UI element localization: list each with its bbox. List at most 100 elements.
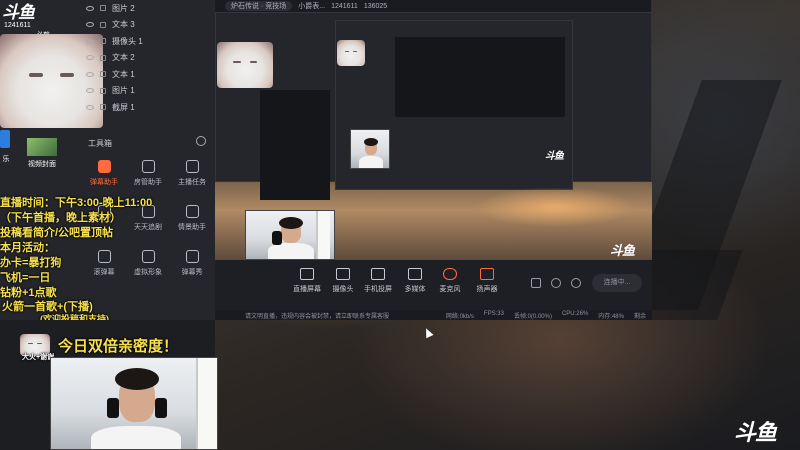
- overlay-line: 本月活动：: [0, 242, 55, 254]
- tool-user[interactable]: 房管助手: [124, 160, 172, 187]
- room-id: 1241611: [4, 22, 31, 29]
- streaming-app-window: 炉石传说 · 竞技场 小爵表... 1241611 136025 斗鱼 斗鱼 连…: [215, 0, 652, 320]
- tool-label: 虚拟形象: [134, 269, 162, 276]
- overlay-line: （下午首播，晚上素材）: [0, 212, 121, 224]
- layer-row[interactable]: 文本 2: [80, 50, 215, 67]
- gear-icon[interactable]: [196, 136, 206, 146]
- settings-icon[interactable]: [571, 278, 581, 288]
- mic-button[interactable]: 麦克风: [430, 268, 470, 294]
- tool-label: 主播任务: [178, 179, 206, 186]
- status-stat: 内存:48%: [598, 313, 624, 320]
- overlay-schedule: 直播时间：下午3:00-晚上11:00: [0, 197, 153, 209]
- layer-row[interactable]: 文本 3: [80, 17, 215, 34]
- layer-row[interactable]: 图片 1: [80, 83, 215, 100]
- tool-label: 弹幕助手: [90, 179, 118, 186]
- overlay-line: 办卡=暴打狗: [0, 257, 62, 269]
- status-stat: CPU:26%: [561, 310, 589, 317]
- app-topbar: 炉石传说 · 竞技场 小爵表... 1241611 136025: [215, 0, 651, 12]
- lock-icon[interactable]: [100, 5, 106, 12]
- lock-icon[interactable]: [100, 38, 106, 45]
- category-tab[interactable]: 炉石传说 · 竞技场: [225, 1, 293, 11]
- flag-icon: [185, 250, 199, 263]
- camera-button[interactable]: 摄像头: [323, 268, 363, 294]
- video-cover-icon: [27, 138, 57, 156]
- layer-name: 文本 2: [112, 53, 135, 63]
- lock-icon[interactable]: [100, 71, 106, 78]
- lock-icon[interactable]: [100, 104, 106, 111]
- lock-icon[interactable]: [100, 21, 106, 28]
- headset-icon: [272, 231, 282, 245]
- layer-name: 文本 1: [112, 69, 135, 79]
- camera-icon: [336, 268, 350, 280]
- eye-icon[interactable]: [86, 5, 94, 11]
- eye-icon[interactable]: [86, 88, 94, 94]
- platform-watermark: 斗鱼: [545, 151, 564, 162]
- eye-icon[interactable]: [86, 38, 94, 44]
- eye-icon[interactable]: [86, 104, 94, 110]
- tool-label: 情景助手: [178, 224, 206, 231]
- desktop-icon[interactable]: 视频封面: [22, 138, 62, 169]
- layer-row[interactable]: 文本 1: [80, 66, 215, 83]
- platform-watermark: 斗鱼: [610, 243, 635, 258]
- tool-flag[interactable]: 弹幕秀: [168, 250, 216, 277]
- play-icon: [408, 268, 422, 280]
- scroll-icon: [97, 250, 111, 263]
- camera-small-icon[interactable]: [531, 278, 541, 288]
- person-hair: [279, 217, 303, 229]
- heart-icon: [141, 250, 155, 263]
- status-stat: 丢帧:0(0.00%): [513, 313, 552, 320]
- layer-row[interactable]: 图片 2: [80, 0, 215, 17]
- tool-label: 天天追剧: [134, 224, 162, 231]
- control-label: 多媒体: [404, 286, 426, 293]
- lock-icon[interactable]: [100, 54, 106, 61]
- cat-image-preview: [337, 40, 365, 66]
- speaker-icon: [480, 268, 494, 280]
- webcam-preview-small: [350, 129, 390, 169]
- layer-name: 摄像头 1: [112, 36, 143, 46]
- tool-chat[interactable]: 弹幕助手: [80, 160, 128, 187]
- user-icon: [141, 160, 155, 173]
- person-hair: [364, 138, 378, 146]
- layer-row[interactable]: 摄像头 1: [80, 33, 215, 50]
- eye-icon[interactable]: [86, 55, 94, 61]
- tool-label: 房管助手: [134, 179, 162, 186]
- layer-name: 文本 3: [112, 20, 135, 30]
- tool-scene[interactable]: 情景助手: [168, 205, 216, 232]
- headset-icon: [107, 398, 119, 418]
- eye-icon[interactable]: [86, 22, 94, 28]
- headset-icon: [155, 398, 167, 418]
- stream-preview[interactable]: 斗鱼 斗鱼: [215, 12, 652, 260]
- tool-label: 弹幕秀: [181, 269, 203, 276]
- record-icon[interactable]: [551, 278, 561, 288]
- layer-row[interactable]: 截屏 1: [80, 99, 215, 116]
- control-label: 手机投屏: [364, 286, 392, 293]
- screen-icon: [300, 268, 314, 280]
- window-frame: [196, 358, 217, 449]
- status-notice: 请文明直播，违规内容会被封禁，请立即联系专属客服: [245, 313, 390, 320]
- go-live-button[interactable]: 连播中...: [592, 274, 642, 292]
- tool-task[interactable]: 主播任务: [168, 160, 216, 187]
- eye-icon[interactable]: [86, 71, 94, 77]
- phone-button[interactable]: 手机投屏: [358, 268, 398, 294]
- phone-icon: [371, 268, 385, 280]
- lock-icon[interactable]: [100, 87, 106, 94]
- person-body: [268, 243, 314, 259]
- title-tab[interactable]: 小爵表...: [298, 1, 325, 11]
- desktop-icon[interactable]: 乐: [0, 130, 12, 164]
- tool-heart[interactable]: 虚拟形象: [124, 250, 172, 277]
- app-icon: [0, 130, 10, 148]
- play-button[interactable]: 多媒体: [395, 268, 435, 294]
- layer-name: 图片 2: [112, 3, 135, 13]
- layer-list: 图片 2 文本 3 摄像头 1 文本 2 文本 1 图片 1 截屏 1: [80, 0, 215, 112]
- scene-icon: [185, 205, 199, 218]
- tool-scroll[interactable]: 滚弹幕: [80, 250, 128, 277]
- person-hair: [115, 368, 159, 390]
- toolbox-title: 工具箱: [88, 139, 112, 148]
- speaker-button[interactable]: 扬声器: [467, 268, 507, 294]
- room-number: 1241611: [331, 2, 358, 10]
- overlay-line: 投稿看简介/公吧置顶帖: [0, 227, 114, 239]
- screen-button[interactable]: 直播屏幕: [287, 268, 327, 294]
- desktop-icon-label: 乐: [2, 156, 10, 163]
- fan-count: 136025: [363, 2, 388, 10]
- control-label: 摄像头: [332, 286, 354, 293]
